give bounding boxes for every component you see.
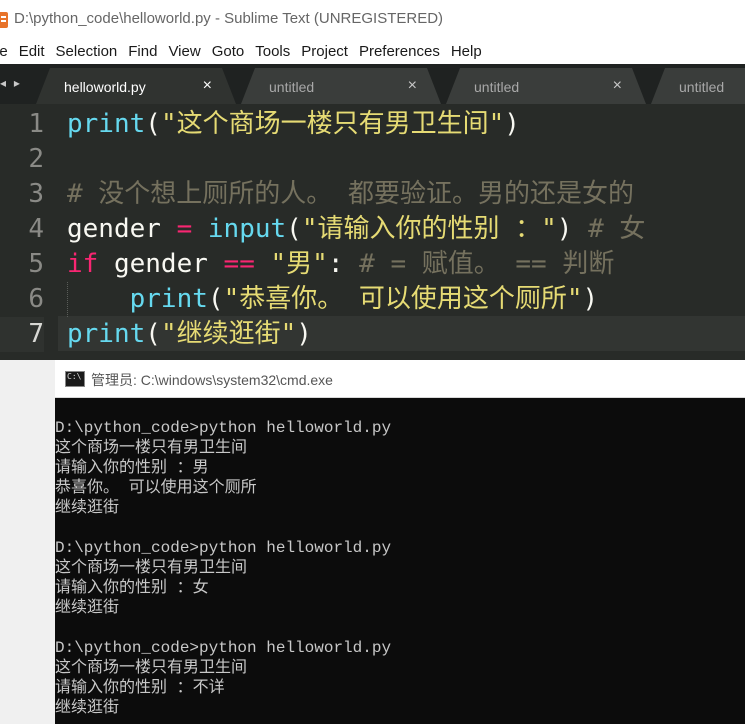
menu-edit[interactable]: Edit [19,43,45,60]
cmd-app-icon [65,371,85,387]
window-titlebar[interactable]: D:\python_code\helloworld.py - Sublime T… [0,0,745,38]
cmd-window[interactable]: 管理员: C:\windows\system32\cmd.exe D:\pyth… [55,360,745,724]
code-token: print [67,109,146,139]
console-line: D:\python_code>python helloworld.py [55,419,392,437]
menu-bar: le Edit Selection Find View Goto Tools P… [0,38,745,64]
line-number: 5 [28,249,44,279]
code-token: gender [67,214,177,244]
cmd-titlebar[interactable]: 管理员: C:\windows\system32\cmd.exe [55,360,745,398]
menu-view[interactable]: View [168,43,200,60]
code-token: # 没个想上厕所的人。 都要验证。男的还是女的 [67,179,634,209]
code-line[interactable]: print("这个商场一楼只有男卫生间") [67,107,520,142]
code-token: ( [207,284,224,314]
line-number: 3 [28,179,44,209]
menu-tools[interactable]: Tools [255,43,290,60]
cmd-window-title: 管理员: C:\windows\system32\cmd.exe [91,372,333,388]
code-line[interactable]: # 没个想上厕所的人。 都要验证。男的还是女的 [67,177,634,212]
code-token: # = 赋值。 == 判断 [359,249,615,279]
code-token: print [67,319,146,349]
menu-goto[interactable]: Goto [212,43,245,60]
code-token: ) [556,214,589,244]
code-token: == [223,249,255,279]
code-token: ( [145,319,161,349]
code-token: print [129,284,208,314]
menu-project[interactable]: Project [301,43,348,60]
tab-close-icon[interactable]: × [408,77,417,95]
code-token: if [67,249,99,279]
cmd-output[interactable]: D:\python_code>python helloworld.py 这个商场一… [55,418,745,718]
line-number-gutter: 1 2 3 4 5 6 7 [0,104,58,360]
tab-untitled-3[interactable]: untitled [651,68,745,104]
menu-find[interactable]: Find [128,43,157,60]
line-number: 2 [28,144,44,174]
console-line: 这个商场一楼只有男卫生间 [55,439,248,457]
line-number: 4 [28,214,44,244]
menu-file[interactable]: le [0,43,8,60]
console-line: 请输入你的性别 ：不详 [55,679,225,697]
tab-close-icon[interactable]: × [613,77,622,95]
code-token: ) [582,284,599,314]
code-token: "男" [270,249,328,279]
code-token: ( [286,214,302,244]
tab-untitled-2[interactable]: untitled × [446,68,646,104]
code-token: "请输入你的性别 ：" [301,214,557,244]
code-token: input [207,214,287,244]
line-number-current: 7 [0,317,44,352]
menu-preferences[interactable]: Preferences [359,43,440,60]
console-line: 继续逛街 [55,499,120,517]
line-number: 1 [28,109,44,139]
code-editor[interactable]: 1 2 3 4 5 6 7 print("这个商场一楼只有男卫生间") # 没个想… [0,104,745,360]
console-line: D:\python_code>python helloworld.py [55,539,392,557]
code-token: ( [145,109,161,139]
console-line: 请输入你的性别 ：女 [55,579,209,597]
tab-close-icon[interactable]: × [203,77,212,95]
code-line[interactable]: print("恭喜你。 可以使用这个厕所") [67,282,599,317]
code-line[interactable]: print("继续逛街") [67,317,312,352]
code-token: gender [98,249,224,279]
code-token: "继续逛街" [160,319,297,349]
tab-nav-arrows-icon[interactable]: ◂ ▸ [0,76,22,90]
code-token: ) [296,319,312,349]
code-token: # 女 [588,214,646,244]
code-token: "这个商场一楼只有男卫生间" [160,109,505,139]
tab-bar: ◂ ▸ helloworld.py × untitled × untitled … [0,64,745,104]
tab-helloworld[interactable]: helloworld.py × [36,68,236,104]
window-title: D:\python_code\helloworld.py - Sublime T… [14,10,444,27]
line-number: 6 [28,284,44,314]
console-line: 恭喜你。 可以使用这个厕所 [55,479,257,497]
sublime-app-icon [0,12,8,28]
code-token: "恭喜你。 可以使用这个厕所" [223,284,583,314]
menu-help[interactable]: Help [451,43,482,60]
console-line: 这个商场一楼只有男卫生间 [55,659,248,677]
code-line[interactable]: if gender == "男": # = 赋值。 == 判断 [67,247,614,282]
tab-label: helloworld.py [64,79,146,95]
console-line: 继续逛街 [55,699,120,717]
console-line: 继续逛街 [55,599,120,617]
console-line: D:\python_code>python helloworld.py [55,639,392,657]
code-line[interactable]: gender = input("请输入你的性别 ：") # 女 [67,212,645,247]
console-line: 请输入你的性别 ：男 [55,459,209,477]
tab-untitled-1[interactable]: untitled × [241,68,441,104]
menu-selection[interactable]: Selection [56,43,118,60]
tab-label: untitled [474,79,520,95]
console-line: 这个商场一楼只有男卫生间 [55,559,248,577]
code-token: : [327,249,360,279]
code-token: = [176,214,193,244]
code-token: ) [504,109,520,139]
tab-label: untitled [269,79,315,95]
tab-label: untitled [679,79,725,95]
